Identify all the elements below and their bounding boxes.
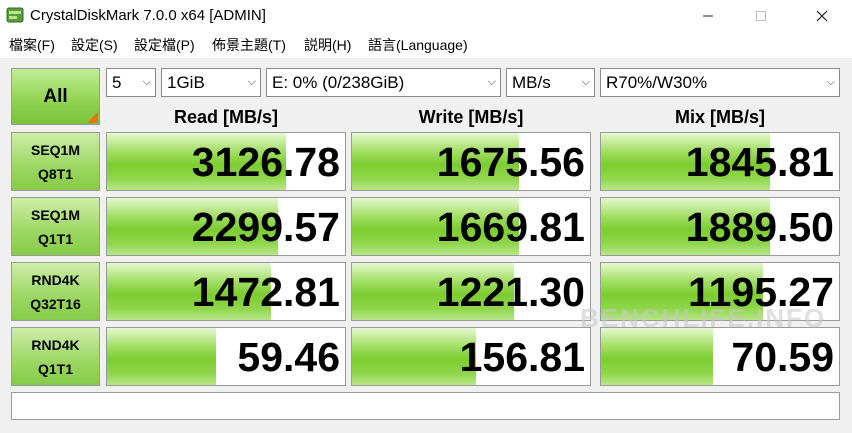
write-result-cell: 156.81 <box>351 327 591 386</box>
chevron-down-icon: ⌵ <box>247 76 256 88</box>
mix-result-cell: 1889.50 <box>600 197 840 256</box>
mix-result-cell: 70.59 <box>600 327 840 386</box>
read-progress-bar <box>107 328 217 385</box>
read-value: 1472.81 <box>191 269 340 315</box>
title-bar: CrystalDiskMark 7.0.0 x64 [ADMIN] <box>0 0 852 32</box>
count-select[interactable]: 5 ⌵ <box>106 68 156 97</box>
test-label-line1: SEQ1M <box>30 141 80 158</box>
mix-value: 70.59 <box>731 334 834 380</box>
minimize-icon <box>703 15 713 17</box>
maximize-icon <box>756 11 766 21</box>
chevron-down-icon: ⌵ <box>142 76 151 88</box>
drive-value: E: 0% (0/238GiB) <box>272 73 405 92</box>
main-panel: All 5 ⌵ 1GiB ⌵ E: 0% (0/238GiB) ⌵ MB/s ⌵… <box>0 58 852 433</box>
read-value: 59.46 <box>237 334 340 380</box>
write-value: 1669.81 <box>436 204 585 250</box>
read-value: 3126.78 <box>191 139 340 185</box>
menu-theme[interactable]: 佈景主題(T) <box>212 35 286 55</box>
test-label-line1: SEQ1M <box>30 206 80 223</box>
test-label-line1: RND4K <box>31 271 80 288</box>
test-button-seq1m-q1t1[interactable]: SEQ1M Q1T1 <box>11 197 100 256</box>
app-icon <box>6 7 24 23</box>
write-result-cell: 1669.81 <box>351 197 591 256</box>
read-header: Read [MB/s] <box>173 107 278 127</box>
write-value: 1675.56 <box>436 139 585 185</box>
test-label-line2: Q32T16 <box>30 295 81 312</box>
menu-language[interactable]: 語言(Language) <box>368 35 468 55</box>
size-value: 1GiB <box>167 73 205 92</box>
mix-progress-bar <box>601 328 713 385</box>
mix-value: 1889.50 <box>685 204 834 250</box>
close-icon <box>816 10 828 22</box>
read-value: 2299.57 <box>191 204 340 250</box>
window-title: CrystalDiskMark 7.0.0 x64 [ADMIN] <box>30 7 266 24</box>
write-value: 1221.30 <box>436 269 585 315</box>
maximize-button[interactable] <box>738 0 784 32</box>
minimize-button[interactable] <box>685 0 731 32</box>
watermark: BENCHLIFE.INFO <box>580 303 827 333</box>
write-result-cell: 1221.30 <box>351 262 591 321</box>
chevron-down-icon: ⌵ <box>581 76 590 88</box>
read-result-cell: 3126.78 <box>106 132 346 191</box>
write-progress-bar <box>352 328 476 385</box>
menu-bar: 檔案(F) 設定(S) 設定檔(P) 佈景主題(T) 説明(H) 語言(Lang… <box>0 32 852 58</box>
corner-marker-icon <box>87 112 98 123</box>
test-button-rnd4k-q1t1[interactable]: RND4K Q1T1 <box>11 327 100 386</box>
menu-profile[interactable]: 設定檔(P) <box>134 35 195 55</box>
unit-value: MB/s <box>512 73 551 92</box>
read-result-cell: 59.46 <box>106 327 346 386</box>
comment-field[interactable] <box>11 392 840 420</box>
count-value: 5 <box>112 73 122 92</box>
size-select[interactable]: 1GiB ⌵ <box>161 68 261 97</box>
close-button[interactable] <box>799 0 845 32</box>
chevron-down-icon: ⌵ <box>487 76 496 88</box>
test-label-line2: Q1T1 <box>37 230 73 247</box>
mix-result-cell: 1845.81 <box>600 132 840 191</box>
write-result-cell: 1675.56 <box>351 132 591 191</box>
menu-file[interactable]: 檔案(F) <box>9 35 55 55</box>
menu-settings[interactable]: 設定(S) <box>71 35 118 55</box>
test-label-line2: Q1T1 <box>37 360 73 377</box>
all-button[interactable]: All <box>11 68 100 125</box>
test-label-line2: Q8T1 <box>37 165 73 182</box>
mix-value: 1845.81 <box>685 139 834 185</box>
drive-select[interactable]: E: 0% (0/238GiB) ⌵ <box>266 68 501 97</box>
write-value: 156.81 <box>459 334 585 380</box>
write-header: Write [MB/s] <box>418 107 524 127</box>
unit-select[interactable]: MB/s ⌵ <box>506 68 595 97</box>
menu-help[interactable]: 説明(H) <box>304 35 351 55</box>
all-button-label: All <box>43 85 68 107</box>
mix-select[interactable]: R70%/W30% ⌵ <box>600 68 840 97</box>
read-result-cell: 2299.57 <box>106 197 346 256</box>
test-label-line1: RND4K <box>31 336 80 353</box>
chevron-down-icon: ⌵ <box>826 76 835 88</box>
mix-value: R70%/W30% <box>606 73 708 92</box>
read-result-cell: 1472.81 <box>106 262 346 321</box>
test-button-rnd4k-q32t16[interactable]: RND4K Q32T16 <box>11 262 100 321</box>
mix-header: Mix [MB/s] <box>675 107 765 127</box>
test-button-seq1m-q8t1[interactable]: SEQ1M Q8T1 <box>11 132 100 191</box>
